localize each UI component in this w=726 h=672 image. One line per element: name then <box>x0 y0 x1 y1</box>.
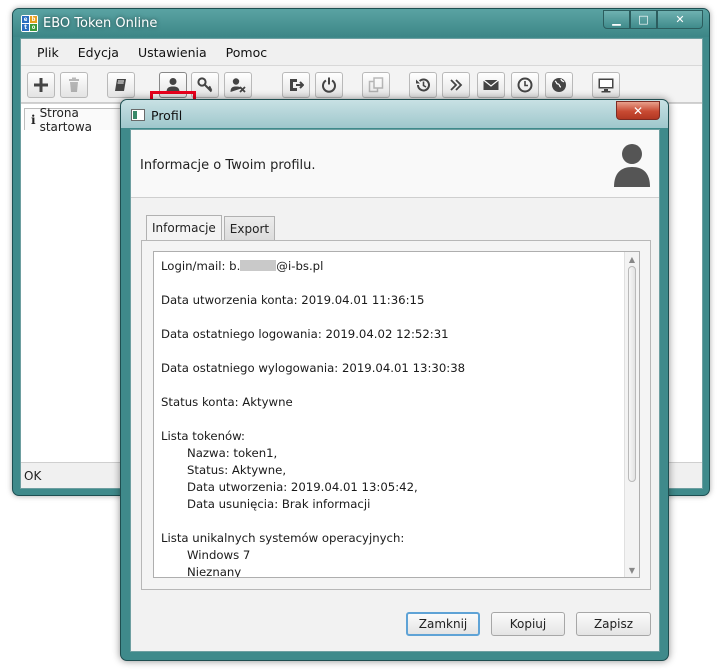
profile-button[interactable] <box>159 72 187 98</box>
key-icon <box>197 77 213 93</box>
main-window-title: EBO Token Online <box>43 16 158 31</box>
created-line: Data utworzenia konta: 2019.04.01 11:36:… <box>161 293 425 307</box>
window-icon <box>131 109 145 121</box>
power-button[interactable] <box>315 72 343 98</box>
tab-informacje[interactable]: Informacje <box>146 215 222 240</box>
last-logout-line: Data ostatniego wylogowania: 2019.04.01 … <box>161 361 466 375</box>
dialog-close-button[interactable]: ✕ <box>616 101 660 120</box>
tab-strona-startowa[interactable]: i Strona startowa <box>24 106 134 134</box>
token-name: Nazwa: token1, <box>187 446 278 460</box>
copy-icon <box>368 77 384 93</box>
user-icon <box>166 78 180 93</box>
add-icon <box>34 78 48 92</box>
scroll-down-icon[interactable]: ▼ <box>625 563 639 577</box>
app-logo-icon: e b t o <box>21 15 38 32</box>
last-login-line: Data ostatniego logowania: 2019.04.02 12… <box>161 327 449 341</box>
logout-icon <box>290 79 304 91</box>
history-icon <box>416 78 430 92</box>
profile-dialog: Profil ✕ Informacje o Twoim profilu. Inf… <box>120 99 669 661</box>
power-icon <box>322 77 336 93</box>
trash-icon <box>69 77 79 92</box>
more-button[interactable] <box>442 72 470 98</box>
delete-button[interactable] <box>60 72 88 98</box>
copy-button[interactable] <box>362 72 390 98</box>
zapisz-button[interactable]: Zapisz <box>576 612 651 636</box>
os-header: Lista unikalnych systemów operacyjnych: <box>161 531 405 545</box>
monitor-icon <box>598 78 614 93</box>
remove-user-button[interactable] <box>224 72 252 98</box>
status-line: Status konta: Aktywne <box>161 395 293 409</box>
menu-edycja[interactable]: Edycja <box>78 45 119 60</box>
scroll-thumb[interactable] <box>628 266 636 482</box>
dialog-title: Profil <box>151 108 183 123</box>
maximize-button[interactable]: □ <box>630 10 657 29</box>
window-controls: ▁ □ ✕ <box>603 10 703 29</box>
clock-button[interactable] <box>511 72 539 98</box>
toolbar <box>21 65 702 133</box>
info-icon: i <box>31 112 36 127</box>
dialog-header: Informacje o Twoim profilu. <box>131 130 659 198</box>
main-titlebar[interactable]: e b t o EBO Token Online ▁ □ ✕ <box>13 9 709 37</box>
dialog-titlebar[interactable]: Profil ✕ <box>121 100 668 128</box>
globe-icon <box>552 78 566 92</box>
token-status: Status: Aktywne, <box>187 463 287 477</box>
add-button[interactable] <box>27 72 55 98</box>
book-button[interactable] <box>107 72 135 98</box>
tab-label: Strona startowa <box>39 105 93 134</box>
token-deleted: Data usunięcia: Brak informacji <box>187 497 371 511</box>
logout-button[interactable] <box>282 72 310 98</box>
os-item: Nieznany <box>187 565 242 578</box>
token-created: Data utworzenia: 2019.04.01 13:05:42, <box>187 480 418 494</box>
double-chevron-icon <box>450 79 463 91</box>
menu-bar: Plik Edycja Ustawienia Pomoc <box>21 39 702 65</box>
book-icon <box>115 79 126 91</box>
minimize-button[interactable]: ▁ <box>603 10 630 29</box>
vertical-scrollbar[interactable]: ▲ ▼ <box>624 252 639 577</box>
dialog-tabs: Informacje Export <box>146 215 277 240</box>
close-button[interactable]: ✕ <box>657 10 703 29</box>
info-tab-panel: Login/mail: b. @i-bs.pl Data utworzenia k… <box>141 240 651 590</box>
tokens-header: Lista tokenów: <box>161 429 245 443</box>
dialog-header-text: Informacje o Twoim profilu. <box>140 158 316 173</box>
redacted-block <box>240 260 277 271</box>
profile-info-text[interactable]: Login/mail: b. @i-bs.pl Data utworzenia k… <box>153 251 640 578</box>
zamknij-button[interactable]: Zamknij <box>406 612 480 636</box>
kopiuj-button[interactable]: Kopiuj <box>491 612 565 636</box>
login-line: Login/mail: b. @i-bs.pl <box>161 259 324 273</box>
status-text: OK <box>24 468 42 483</box>
monitor-button[interactable] <box>592 72 620 98</box>
key-button[interactable] <box>191 72 219 98</box>
os-item: Windows 7 <box>187 548 251 562</box>
menu-ustawienia[interactable]: Ustawienia <box>138 45 207 60</box>
scroll-up-icon[interactable]: ▲ <box>625 252 639 266</box>
mail-button[interactable] <box>477 72 505 98</box>
profile-info-lines: Login/mail: b. @i-bs.pl Data utworzenia k… <box>161 258 466 578</box>
clock-icon <box>517 77 533 93</box>
envelope-icon <box>483 79 499 90</box>
globe-button[interactable] <box>545 72 573 98</box>
menu-plik[interactable]: Plik <box>37 45 59 60</box>
dialog-client-area: Informacje o Twoim profilu. Informacje E… <box>130 129 660 652</box>
menu-pomoc[interactable]: Pomoc <box>226 45 267 60</box>
user-icon <box>614 144 650 187</box>
user-remove-icon <box>230 78 246 93</box>
tab-export[interactable]: Export <box>223 216 276 240</box>
history-button[interactable] <box>409 72 437 98</box>
